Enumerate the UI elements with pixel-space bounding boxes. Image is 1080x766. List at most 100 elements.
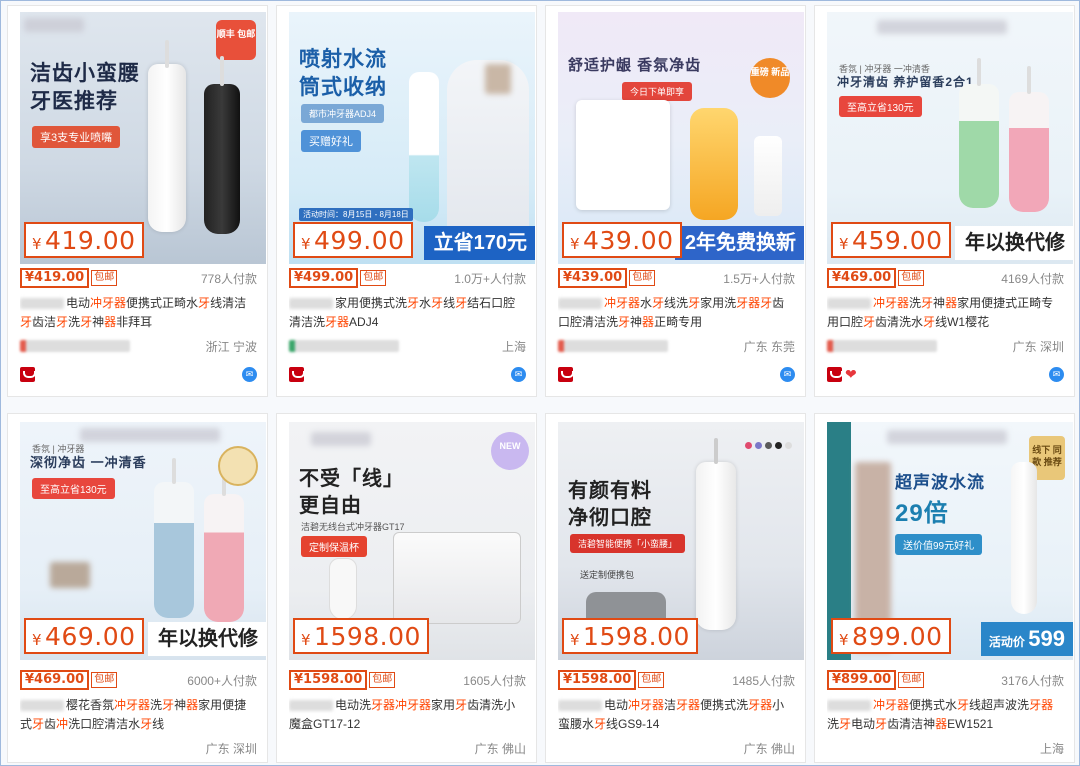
price: ¥899.00 (827, 670, 897, 690)
shop-name[interactable] (289, 340, 399, 352)
product-device-green (959, 84, 999, 208)
product-title[interactable]: 电动冲牙器便携式正畸水牙线清洁牙齿洁牙洗牙神器非拜耳 (20, 294, 257, 332)
serum-bottle (754, 136, 782, 216)
product-title[interactable]: 冲牙器水牙线洗牙家用洗牙器牙齿口腔清洁洗牙神器正畸专用 (558, 294, 795, 332)
brand-name-redacted (289, 700, 333, 712)
title-text: 便携式正畸水 (126, 296, 199, 310)
product-info: ¥439.00 包邮 1.5万+人付款 冲牙器水牙线洗牙家用洗牙器牙齿口腔清洁洗… (558, 268, 795, 382)
product-title[interactable]: 电动冲牙器洁牙器便携式洗牙器小蛮腰水牙线GS9-14 (558, 696, 795, 734)
shop-name[interactable] (558, 340, 668, 352)
gift-card (576, 100, 670, 210)
product-card[interactable]: 香氛 | 冲牙器 深彻净齿 一冲清香 至高立省130元 年以换代修 ¥469.0… (7, 413, 268, 763)
nozzle-icon (172, 458, 176, 484)
image-subline: 至高立省130元 (839, 96, 922, 117)
brand-name-redacted (558, 700, 602, 712)
wangwang-chat-icon[interactable]: ✉ (242, 366, 257, 382)
product-info: ¥1598.00 包邮 1605人付款 电动洗牙器冲牙器家用牙齿清洗小魔盒GT1… (289, 670, 526, 756)
product-card[interactable]: 舒适护龈 香氛净齿 今日下单即享 重磅 新品 2年免费换新 ¥439.00 ¥4… (545, 5, 806, 397)
thermos-cup (329, 558, 357, 620)
product-info: ¥899.00 包邮 3176人付款 冲牙器便携式水牙线超声波洗牙器洗牙电动牙齿… (827, 670, 1064, 756)
title-text: 神 (174, 698, 187, 712)
product-card[interactable]: 有颜有料 净彻口腔 洁碧智能便携「小蛮腰」 送定制便携包 ¥1598.00 ¥1… (545, 413, 806, 763)
title-text: ADJ4 (349, 315, 379, 329)
price: ¥1598.00 (558, 670, 637, 690)
product-title[interactable]: 冲牙器便携式水牙线超声波洗牙器洗牙电动牙齿清洁神器EW1521 (827, 696, 1064, 734)
product-title[interactable]: 樱花香氛冲牙器洗牙神器家用便捷式牙齿冲洗口腔清洁水牙线 (20, 696, 257, 734)
product-title[interactable]: 电动洗牙器冲牙器家用牙齿清洗小魔盒GT17-12 (289, 696, 526, 734)
price-tag: ¥459.00 (831, 222, 951, 258)
title-keyword: 器 (945, 296, 958, 310)
title-keyword: 牙 (594, 717, 607, 731)
product-image[interactable]: 香氛 | 冲牙器 深彻净齿 一冲清香 至高立省130元 年以换代修 ¥469.0… (20, 422, 266, 660)
product-image[interactable]: 香氛 | 冲牙器 一冲清香 冲牙清齿 养护留香2合1 至高立省130元 年以换代… (827, 12, 1073, 264)
title-keyword: 冲牙器 (873, 698, 910, 712)
product-image[interactable]: 喷射水流 筒式收纳 都市冲牙器ADJ4 买赠好礼 活动时间：8月15日 - 8月… (289, 12, 535, 264)
product-image[interactable]: 舒适护龈 香氛净齿 今日下单即享 重磅 新品 2年免费换新 ¥439.00 (558, 12, 804, 264)
image-badge: 顺丰 包邮 (216, 20, 256, 60)
image-subline: 享3支专业喷嘴 (32, 126, 121, 148)
brand-name-redacted (827, 298, 871, 310)
product-card[interactable]: 喷射水流 筒式收纳 都市冲牙器ADJ4 买赠好礼 活动时间：8月15日 - 8月… (276, 5, 537, 397)
title-keyword: 牙器牙 (736, 296, 773, 310)
product-image[interactable]: 不受「线」 更自由 洁碧无线台式冲牙器GT17 定制保温杯 NEW ¥1598.… (289, 422, 535, 660)
product-card[interactable]: 香氛 | 冲牙器 一冲清香 冲牙清齿 养护留香2合1 至高立省130元 年以换代… (814, 5, 1075, 397)
paid-count: 3176人付款 (1001, 673, 1064, 688)
brand-name-redacted (558, 298, 602, 310)
product-device (1011, 462, 1037, 614)
wangwang-chat-icon[interactable]: ✉ (1049, 366, 1064, 382)
paid-count: 1605人付款 (463, 673, 526, 688)
product-image[interactable]: 超声波水流 29倍 送价值99元好礼 线下 同款 推荐 活动价 599 ¥899… (827, 422, 1073, 660)
shop-name[interactable] (827, 340, 937, 352)
title-text: 线洗 (664, 296, 689, 310)
product-card[interactable]: 超声波水流 29倍 送价值99元好礼 线下 同款 推荐 活动价 599 ¥899… (814, 413, 1075, 763)
price-tag: ¥899.00 (831, 618, 951, 654)
title-text: 洗 (827, 717, 840, 731)
product-image[interactable]: 有颜有料 净彻口腔 洁碧智能便携「小蛮腰」 送定制便携包 ¥1598.00 (558, 422, 804, 660)
wangwang-chat-icon[interactable]: ✉ (511, 366, 526, 382)
paid-count: 6000+人付款 (187, 673, 257, 688)
title-keyword: 牙 (839, 717, 852, 731)
paid-count: 4169人付款 (1001, 271, 1064, 286)
tmall-icon (20, 366, 36, 382)
price: ¥499.00 (289, 268, 359, 288)
shop-name[interactable] (20, 340, 130, 352)
title-keyword: 冲牙器 (114, 698, 151, 712)
title-keyword: 牙 (32, 717, 45, 731)
color-swatches (745, 442, 792, 449)
title-keyword: 器 (935, 717, 948, 731)
nozzle-icon (977, 58, 981, 86)
product-image[interactable]: 洁齿小蛮腰 牙医推荐 享3支专业喷嘴 顺丰 包邮 ¥419.00 (20, 12, 266, 264)
product-card[interactable]: 不受「线」 更自由 洁碧无线台式冲牙器GT17 定制保温杯 NEW ¥1598.… (276, 413, 537, 763)
title-text: 家用便携式洗 (335, 296, 408, 310)
title-text: 齿清洗水 (875, 315, 924, 329)
product-device-blue (154, 482, 194, 618)
image-headline: 不受「线」 更自由 (299, 468, 404, 517)
title-keyword: 器 (642, 315, 655, 329)
title-text: 神 (933, 296, 946, 310)
product-device-pink (1009, 92, 1049, 212)
image-subline: 送价值99元好礼 (895, 534, 983, 555)
wangwang-chat-icon[interactable]: ✉ (780, 366, 795, 382)
title-keyword: 牙 (20, 315, 33, 329)
title-text: 洗 (150, 698, 163, 712)
title-keyword: 牙器冲牙器 (371, 698, 432, 712)
title-keyword: 牙 (957, 698, 970, 712)
product-info: ¥469.00 包邮 4169人付款 冲牙器洗牙神器家用便捷式正畸专用口腔牙齿清… (827, 268, 1064, 382)
title-keyword: 冲牙器 (873, 296, 910, 310)
promo-banner: 年以换代修 (148, 622, 266, 656)
title-text: 齿洁 (32, 315, 57, 329)
image-subline: 今日下单即享 (622, 82, 693, 101)
title-text: 线 (443, 296, 456, 310)
product-title[interactable]: 家用便携式洗牙水牙线牙结石口腔清洁洗牙器ADJ4 (289, 294, 526, 332)
product-title[interactable]: 冲牙器洗牙神器家用便捷式正畸专用口腔牙齿清洗水牙线W1樱花 (827, 294, 1064, 332)
title-keyword: 牙 (618, 315, 631, 329)
free-shipping-badge: 包邮 (91, 672, 118, 688)
image-subline: 至高立省130元 (32, 478, 115, 499)
location: 广东 佛山 (743, 741, 795, 756)
title-text: 非拜耳 (116, 315, 153, 329)
nozzle-icon (714, 438, 718, 464)
image-headline: 超声波水流 (895, 473, 985, 492)
product-card[interactable]: 洁齿小蛮腰 牙医推荐 享3支专业喷嘴 顺丰 包邮 ¥419.00 ¥419.00… (7, 5, 268, 397)
price: ¥1598.00 (289, 670, 368, 690)
tmall-icon (558, 366, 574, 382)
